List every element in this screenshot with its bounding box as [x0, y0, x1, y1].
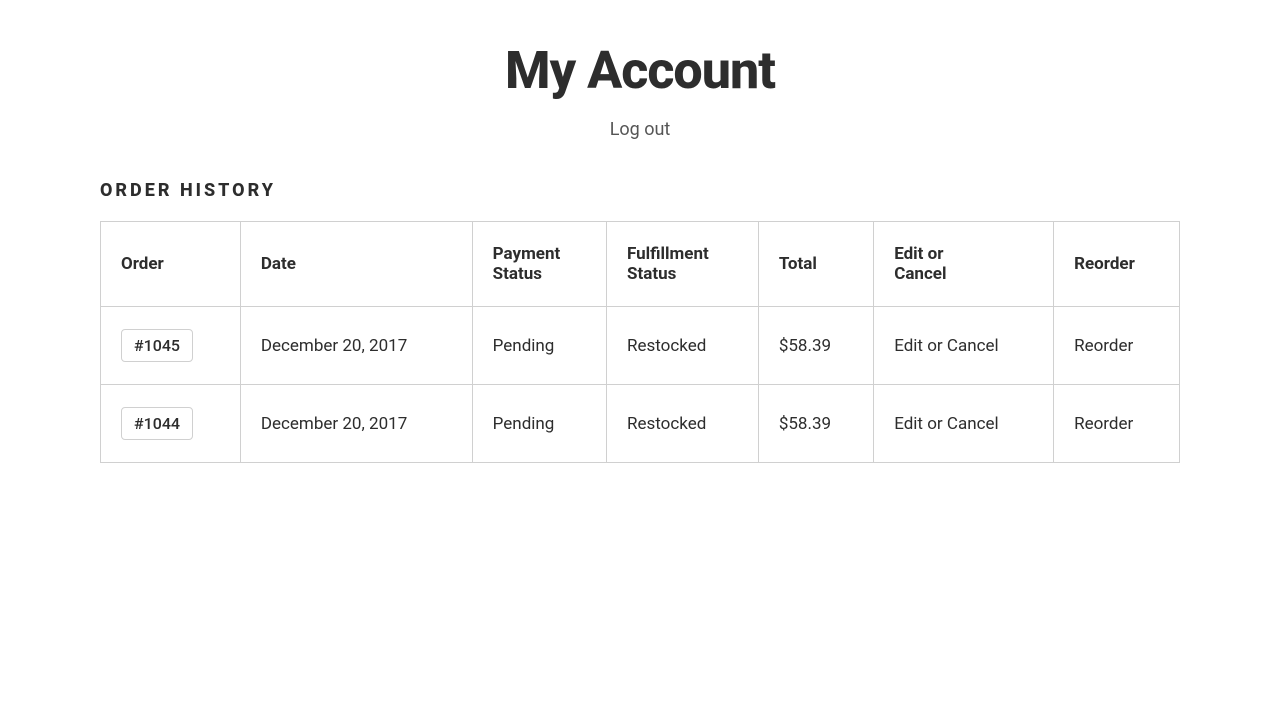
reorder-link[interactable]: Reorder — [1074, 414, 1133, 434]
order-history-section: ORDER HISTORY Order Date PaymentStatus F… — [100, 180, 1180, 463]
cell-date: December 20, 2017 — [240, 385, 472, 463]
page-title: My Account — [100, 40, 1180, 101]
table-row: #1044 December 20, 2017PendingRestocked$5… — [101, 385, 1180, 463]
col-header-fulfillment-status: FulfillmentStatus — [607, 222, 759, 307]
cell-edit-cancel: Edit or Cancel — [874, 307, 1054, 385]
cell-payment-status: Pending — [472, 307, 606, 385]
cell-date: December 20, 2017 — [240, 307, 472, 385]
cell-edit-cancel: Edit or Cancel — [874, 385, 1054, 463]
cell-payment-status: Pending — [472, 385, 606, 463]
cell-order: #1045 — [101, 307, 241, 385]
edit-cancel-link[interactable]: Edit or Cancel — [894, 414, 998, 434]
cell-reorder: Reorder — [1054, 307, 1180, 385]
cell-fulfillment-status: Restocked — [607, 385, 759, 463]
col-header-payment-status: PaymentStatus — [472, 222, 606, 307]
col-header-total: Total — [758, 222, 873, 307]
col-header-reorder: Reorder — [1054, 222, 1180, 307]
col-header-date: Date — [240, 222, 472, 307]
order-number: #1045 — [121, 329, 193, 362]
header: My Account Log out — [100, 40, 1180, 140]
table-row: #1045 December 20, 2017PendingRestocked$5… — [101, 307, 1180, 385]
reorder-link[interactable]: Reorder — [1074, 336, 1133, 356]
cell-total: $58.39 — [758, 307, 873, 385]
logout-link[interactable]: Log out — [610, 119, 671, 140]
table-header-row: Order Date PaymentStatus FulfillmentStat… — [101, 222, 1180, 307]
cell-reorder: Reorder — [1054, 385, 1180, 463]
order-table: Order Date PaymentStatus FulfillmentStat… — [100, 221, 1180, 463]
cell-order: #1044 — [101, 385, 241, 463]
cell-total: $58.39 — [758, 385, 873, 463]
col-header-edit-cancel: Edit orCancel — [874, 222, 1054, 307]
page-container: My Account Log out ORDER HISTORY Order D… — [40, 0, 1240, 503]
order-number: #1044 — [121, 407, 193, 440]
cell-fulfillment-status: Restocked — [607, 307, 759, 385]
edit-cancel-link[interactable]: Edit or Cancel — [894, 336, 998, 356]
col-header-order: Order — [101, 222, 241, 307]
order-history-title: ORDER HISTORY — [100, 180, 1180, 201]
